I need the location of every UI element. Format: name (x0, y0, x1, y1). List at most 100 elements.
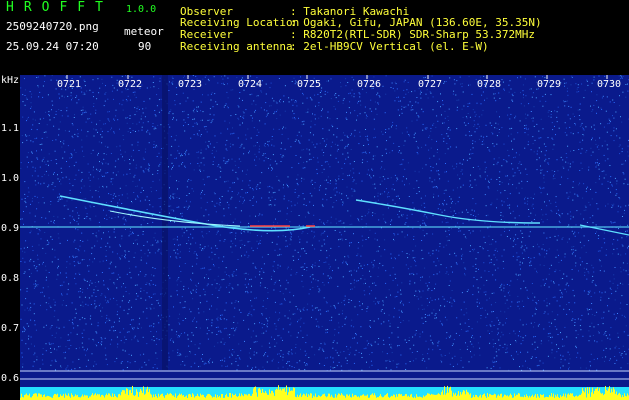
power-bar-segment (451, 390, 452, 400)
power-bar-segment (534, 395, 535, 400)
power-bar-segment (190, 394, 191, 400)
power-bar-segment (217, 395, 218, 400)
power-bar-segment (460, 392, 461, 400)
power-bar-segment (34, 393, 35, 400)
power-bar-segment (549, 395, 550, 400)
power-bar-segment (458, 391, 459, 400)
power-bar-segment (155, 394, 156, 400)
power-bar-segment (551, 393, 552, 400)
power-bar-segment (183, 395, 184, 400)
power-bar-segment (598, 391, 599, 400)
power-bar-segment (417, 396, 418, 400)
power-bar-segment (230, 393, 231, 400)
power-bar-segment (119, 393, 120, 400)
power-bar-segment (352, 393, 353, 400)
power-bar-segment (492, 395, 493, 400)
power-bar-segment (63, 393, 64, 400)
power-bar-segment (103, 395, 104, 400)
power-bar-segment (328, 393, 329, 400)
power-bar-segment (75, 394, 76, 400)
power-bar-segment (609, 386, 610, 400)
power-bar-segment (179, 393, 180, 400)
power-bar-segment (447, 385, 448, 400)
x-tick-label: 0726 (357, 79, 382, 90)
power-bar-segment (166, 394, 167, 400)
power-bar-segment (292, 390, 293, 400)
power-bar-segment (189, 393, 190, 400)
power-bar-segment (221, 394, 222, 400)
power-bar-segment (580, 395, 581, 400)
power-bar-segment (535, 393, 536, 400)
power-bar-segment (82, 394, 83, 400)
power-bar-segment (186, 395, 187, 400)
power-bar-segment (90, 396, 91, 400)
power-bar-segment (329, 393, 330, 400)
power-bar-segment (123, 390, 124, 400)
power-bar-segment (137, 391, 138, 400)
power-bar-segment (543, 394, 544, 400)
power-bar-segment (577, 396, 578, 400)
power-bar-segment (485, 396, 486, 400)
power-bar-segment (66, 395, 67, 400)
power-bar-segment (400, 394, 401, 400)
power-bar-segment (482, 395, 483, 400)
power-bar-segment (445, 394, 446, 400)
power-bar-segment (321, 396, 322, 400)
power-bar-segment (245, 394, 246, 400)
power-bar-segment (613, 387, 614, 400)
power-bar-segment (385, 395, 386, 400)
power-bar-segment (386, 394, 387, 400)
power-bar-segment (229, 393, 230, 400)
power-bar-segment (531, 396, 532, 400)
power-bar-segment (140, 389, 141, 400)
power-bar-segment (337, 395, 338, 400)
y-tick-label: 1.0 (1, 173, 20, 184)
power-bar-segment (84, 394, 85, 400)
power-bar-segment (624, 393, 625, 400)
power-bar-segment (279, 389, 280, 400)
power-bar-segment (375, 395, 376, 400)
power-bar-segment (584, 392, 585, 400)
power-bar-segment (260, 389, 261, 400)
power-bar-segment (327, 396, 328, 400)
power-bar-segment (529, 395, 530, 400)
power-bar-segment (459, 395, 460, 400)
power-bar-segment (289, 387, 290, 400)
power-bar-segment (195, 396, 196, 400)
x-tick-label: 0721 (57, 79, 82, 90)
power-bar-segment (450, 386, 451, 400)
power-bar-segment (136, 389, 137, 400)
power-bar-segment (354, 395, 355, 400)
power-bar-segment (28, 395, 29, 400)
power-bar-segment (426, 395, 427, 400)
power-bar-segment (89, 396, 90, 400)
power-bar-segment (185, 396, 186, 400)
power-bar-segment (280, 388, 281, 400)
power-bar-segment (311, 393, 312, 400)
power-bar-segment (361, 395, 362, 400)
power-bar-segment (150, 393, 151, 400)
power-bar-segment (161, 393, 162, 400)
power-bar-segment (68, 393, 69, 400)
power-bar-segment (249, 393, 250, 400)
power-bar-segment (200, 393, 201, 400)
power-bar-segment (254, 387, 255, 400)
power-bar-segment (384, 395, 385, 400)
power-bar-segment (306, 393, 307, 400)
power-bar-segment (464, 390, 465, 400)
power-bar-segment (95, 393, 96, 400)
x-tick-label: 0725 (297, 79, 322, 90)
power-bar-segment (40, 394, 41, 400)
power-bar-segment (391, 395, 392, 400)
power-bar-segment (98, 394, 99, 400)
power-bar-segment (622, 395, 623, 400)
power-bar-segment (365, 395, 366, 400)
power-bar-segment (285, 391, 286, 400)
power-bar-segment (198, 395, 199, 400)
power-bar-segment (43, 395, 44, 400)
power-bar-segment (497, 395, 498, 400)
power-bar-segment (427, 393, 428, 400)
power-bar-segment (612, 392, 613, 400)
power-bar-segment (94, 394, 95, 400)
power-bar-segment (491, 395, 492, 400)
